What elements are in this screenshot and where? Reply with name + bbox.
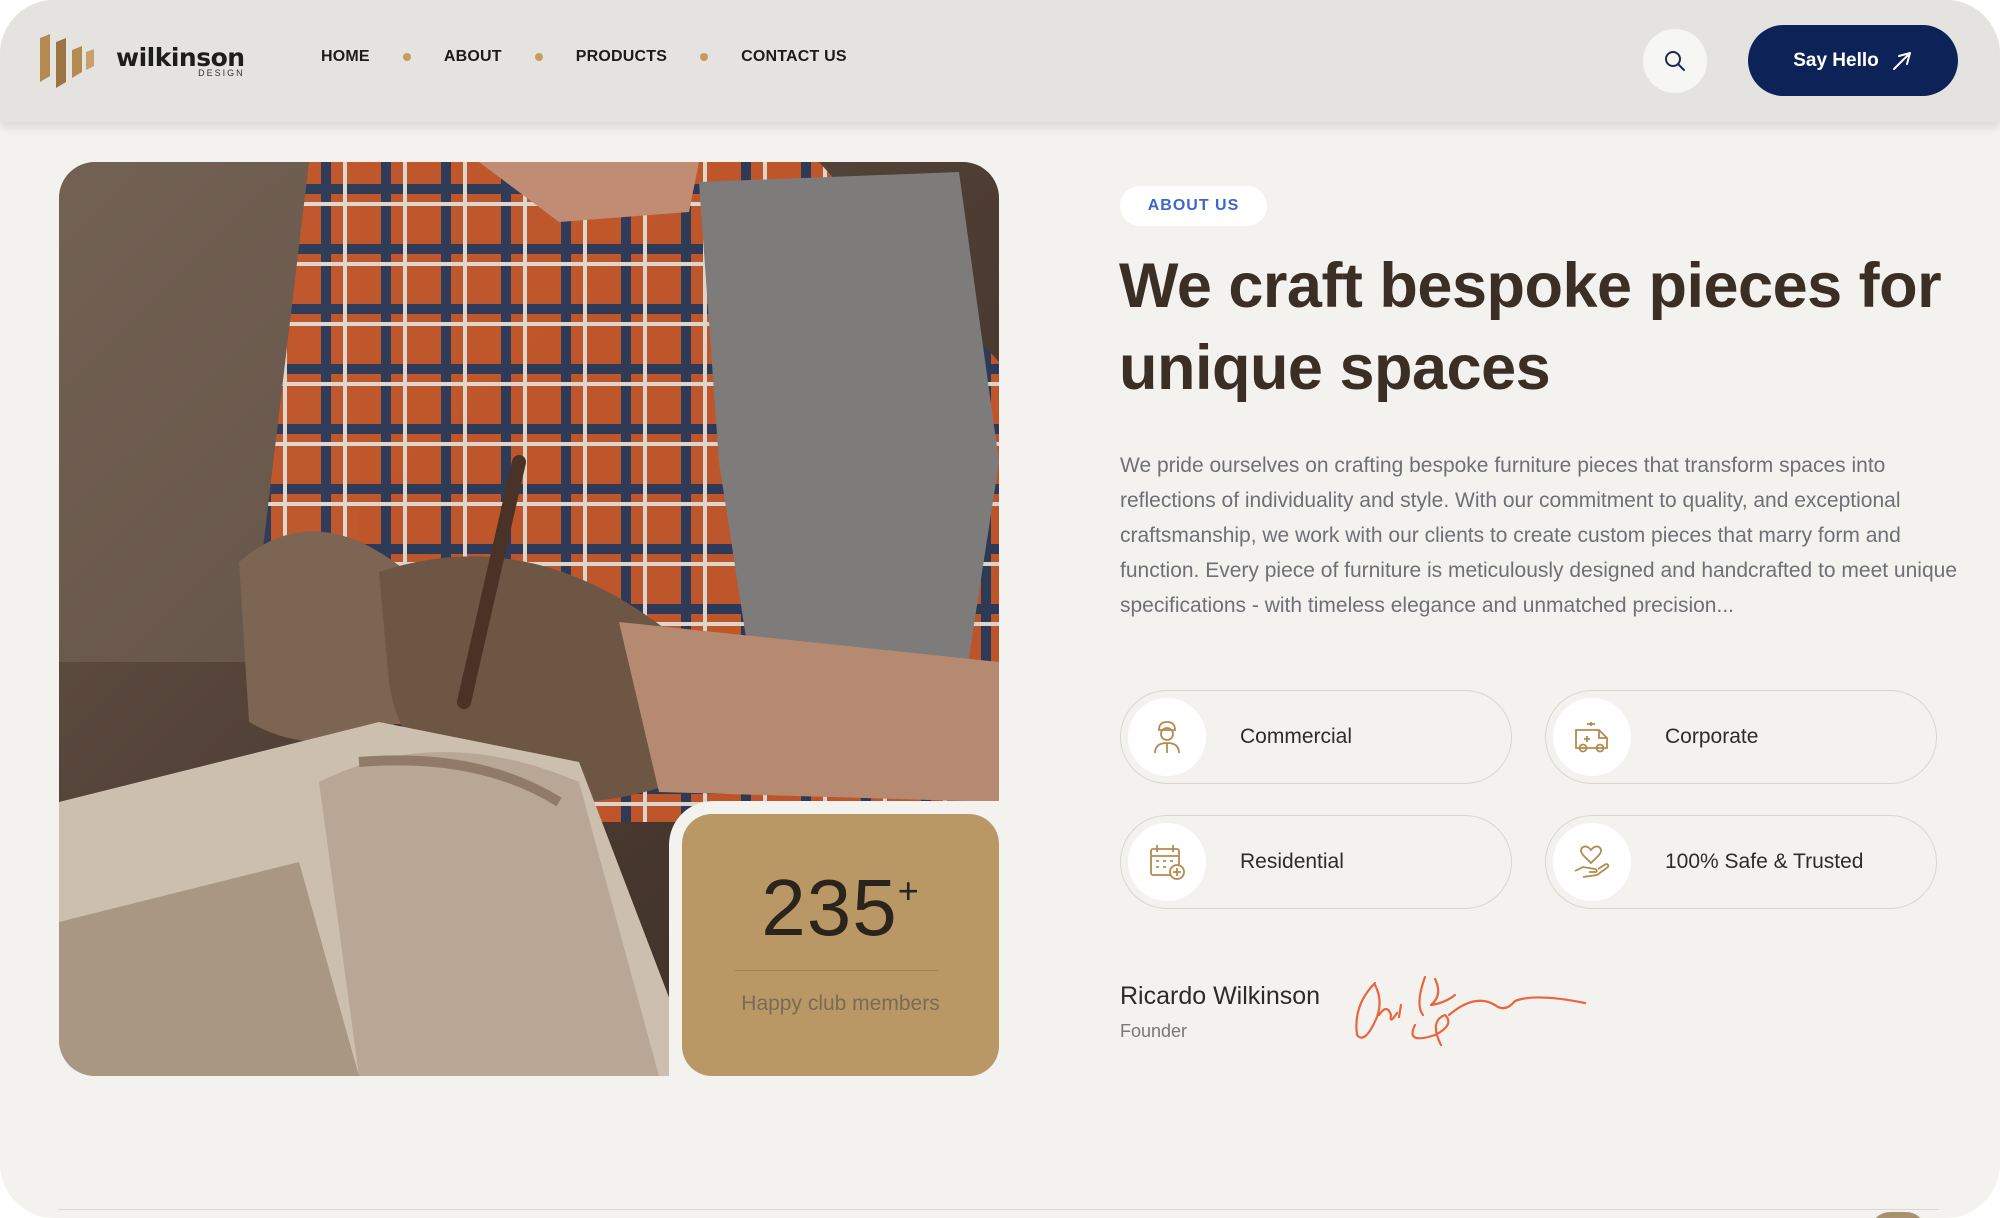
van-icon [1553,698,1631,776]
founder-name: Ricardo Wilkinson [1120,982,1321,1010]
founder-signature [1355,975,1587,1047]
section-description: We pride ourselves on crafting bespoke f… [1120,454,1957,617]
brand-name: wilkinson [116,42,245,72]
section-badge: ABOUT US [1120,186,1267,226]
hand-heart-icon [1553,823,1631,901]
say-hello-label: Say Hello [1793,49,1879,71]
send-icon [1892,51,1911,70]
nav-separator [700,53,709,61]
say-hello-button[interactable]: Say Hello [1748,25,1958,96]
brand-logo[interactable]: wilkinson DESIGN [38,32,245,90]
logo-mark-icon [40,34,94,88]
calendar-icon [1128,823,1206,901]
nav-products[interactable]: PRODUCTS [576,48,667,66]
feature-safe-trusted[interactable]: 100% Safe & Trusted [1545,815,1937,909]
nav-separator [402,53,411,61]
stat-label: Happy club members [741,992,940,1015]
feature-label: Commercial [1240,725,1353,748]
section-headline: We craft bespoke pieces for unique space… [1119,251,1942,403]
page-frame: wilkinson DESIGN HOME ABOUT PRODUCTS CON… [0,0,2000,1218]
section-divider [59,1209,1939,1210]
nav-about[interactable]: ABOUT [444,48,502,66]
stat-suffix: + [897,870,920,911]
stat-divider [735,970,939,971]
feature-residential[interactable]: Residential [1120,815,1512,909]
nav-separator [534,53,543,61]
stat-card: 235+ Happy club members [682,814,999,1076]
nav-contact[interactable]: CONTACT US [741,48,847,66]
site-header: wilkinson DESIGN HOME ABOUT PRODUCTS CON… [0,0,2000,122]
feature-commercial[interactable]: Commercial [1120,690,1512,784]
main-nav: HOME ABOUT PRODUCTS CONTACT US [321,48,847,66]
feature-label: Residential [1240,850,1344,873]
founder-role: Founder [1120,1021,1188,1041]
worker-icon [1128,698,1206,776]
scroll-top-button[interactable] [1870,1212,1926,1218]
stat-number: 235+ [761,863,920,952]
nav-home[interactable]: HOME [321,48,370,66]
search-icon [1665,51,1685,71]
feature-corporate[interactable]: Corporate [1545,690,1937,784]
feature-label: 100% Safe & Trusted [1665,850,1864,873]
search-button[interactable] [1643,29,1707,93]
feature-label: Corporate [1665,725,1759,748]
